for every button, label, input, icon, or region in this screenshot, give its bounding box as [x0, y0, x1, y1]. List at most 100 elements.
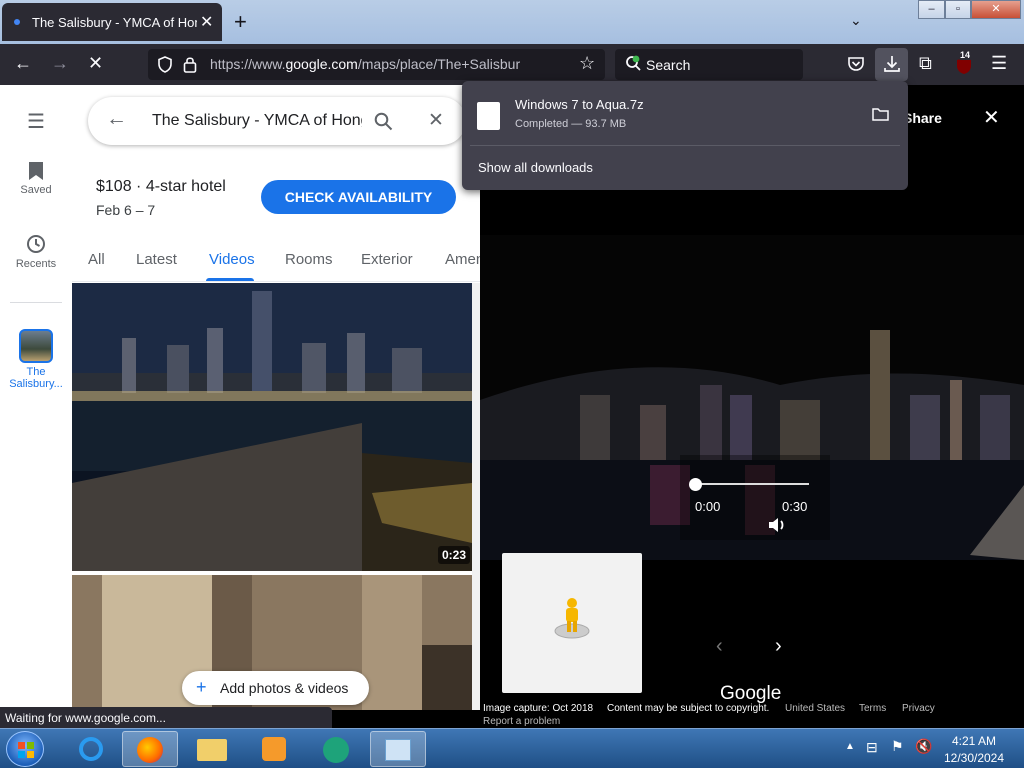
bookmark-star-icon[interactable]: ☆ [579, 53, 595, 74]
lock-icon[interactable] [183, 56, 197, 73]
search-input[interactable]: The Salisbury - YMCA of Hong Kong [152, 112, 362, 130]
recents-label: Recents [15, 258, 57, 270]
tab-amenities[interactable]: Amenities [445, 251, 480, 268]
previous-media-icon[interactable]: ‹ [716, 635, 723, 658]
stay-dates[interactable]: Feb 6 – 7 [96, 202, 155, 218]
media-player-icon [262, 737, 286, 761]
video-thumbnail[interactable] [72, 283, 472, 571]
file-icon [477, 102, 500, 130]
report-problem-link[interactable]: Report a problem [483, 716, 560, 727]
downloads-button[interactable] [875, 48, 908, 81]
close-tab-icon[interactable]: ✕ [200, 12, 213, 32]
plus-icon: + [196, 677, 207, 697]
street-view-minimap[interactable] [502, 553, 642, 693]
maximize-button[interactable]: ▫ [945, 0, 971, 19]
privacy-link[interactable]: Privacy [902, 703, 935, 714]
network-icon[interactable]: ⊟ [866, 739, 878, 756]
pegman-icon [554, 598, 590, 639]
search-icon[interactable] [374, 112, 393, 131]
browser-status-bar: Waiting for www.google.com... [0, 707, 332, 728]
ie-icon [79, 737, 103, 761]
volume-icon[interactable] [767, 516, 787, 534]
close-viewer-icon[interactable]: ✕ [983, 105, 1000, 130]
tab-title: The Salisbury - YMCA of Hong Kong [32, 15, 197, 30]
control-panel-taskbar[interactable] [370, 731, 426, 767]
hamburger-menu-icon[interactable]: ☰ [0, 109, 72, 134]
show-hidden-icons[interactable]: ▲ [845, 741, 855, 752]
firefox-icon [137, 737, 163, 763]
tab-all[interactable]: All [88, 251, 105, 268]
volume-muted-icon[interactable]: 🔇 [915, 738, 932, 755]
search-engine-icon [626, 55, 641, 71]
region-link[interactable]: United States [785, 703, 845, 714]
explorer-taskbar[interactable] [184, 731, 240, 767]
minimize-button[interactable]: – [918, 0, 945, 19]
recents-button[interactable]: Recents [0, 233, 72, 270]
url-bar[interactable]: https://www.google.com/maps/place/The+Sa… [148, 49, 605, 80]
media-player-taskbar[interactable] [246, 731, 302, 767]
start-button[interactable] [6, 731, 44, 767]
place-panel: ← The Salisbury - YMCA of Hong Kong ✕ $1… [72, 85, 480, 710]
check-availability-button[interactable]: CHECK AVAILABILITY [261, 180, 456, 214]
internet-explorer-taskbar[interactable] [63, 731, 119, 767]
list-tabs-icon[interactable]: ⌄ [850, 12, 862, 29]
tab-latest[interactable]: Latest [136, 251, 177, 268]
extensions-icon[interactable]: ⧉ [919, 53, 932, 74]
action-center-flag-icon[interactable]: ⚑ [891, 738, 904, 755]
folder-icon [197, 739, 227, 761]
next-media-icon[interactable]: › [775, 635, 782, 658]
search-bar[interactable]: Search [615, 49, 803, 80]
saved-label: Saved [20, 184, 52, 196]
terms-link[interactable]: Terms [859, 703, 886, 714]
firefox-taskbar[interactable] [122, 731, 178, 767]
open-folder-icon[interactable] [872, 107, 889, 121]
download-file-name[interactable]: Windows 7 to Aqua.7z [515, 97, 644, 112]
windows-logo-icon [18, 742, 34, 758]
close-window-button[interactable]: ✕ [971, 0, 1021, 19]
favicon-icon [14, 19, 20, 25]
add-photos-label: Add photos & videos [220, 680, 349, 696]
tabs-divider [72, 281, 480, 282]
forward-icon[interactable]: → [51, 53, 69, 74]
search-label: Search [646, 57, 691, 73]
app-icon [323, 737, 349, 763]
url-text[interactable]: https://www.google.com/maps/place/The+Sa… [210, 56, 520, 72]
video-duration-badge: 0:23 [438, 546, 471, 564]
clear-search-icon[interactable]: ✕ [428, 109, 444, 132]
share-button[interactable]: Share [903, 110, 942, 126]
panel-scrollbar[interactable] [472, 283, 480, 710]
downloads-divider [470, 145, 900, 146]
windows-taskbar: ▲ ⊟ ⚑ 🔇 4:21 AM 12/30/2024 [0, 728, 1024, 768]
extension-badge: 14 [958, 50, 973, 60]
download-status: Completed — 93.7 MB [515, 118, 627, 130]
back-icon[interactable]: ← [14, 53, 32, 74]
show-all-downloads-button[interactable]: Show all downloads [478, 160, 593, 175]
search-box[interactable]: ← The Salisbury - YMCA of Hong Kong ✕ [88, 97, 466, 145]
tab-exterior[interactable]: Exterior [361, 251, 413, 268]
app-taskbar[interactable] [308, 731, 364, 767]
pocket-icon[interactable] [847, 55, 865, 73]
saved-button[interactable]: Saved [0, 161, 72, 196]
tab-rooms[interactable]: Rooms [285, 251, 333, 268]
clock-time[interactable]: 4:21 AM [944, 734, 1004, 748]
stop-loading-icon[interactable]: ✕ [88, 53, 103, 74]
video-progress-bar[interactable] [695, 483, 809, 485]
total-time: 0:30 [782, 499, 808, 514]
download-icon [884, 56, 900, 72]
google-logo: Google [720, 683, 782, 704]
add-photos-videos-button[interactable]: + Add photos & videos [182, 671, 369, 705]
progress-knob[interactable] [689, 478, 702, 491]
browser-tab[interactable]: The Salisbury - YMCA of Hong Kong ✕ [2, 3, 222, 41]
shield-icon[interactable] [157, 56, 173, 73]
new-tab-button[interactable]: + [234, 9, 247, 35]
control-panel-icon [385, 739, 411, 761]
title-bar: The Salisbury - YMCA of Hong Kong ✕ + ⌄ … [0, 0, 1024, 44]
tab-videos[interactable]: Videos [209, 251, 255, 268]
clock-date[interactable]: 12/30/2024 [938, 751, 1010, 765]
back-arrow-icon[interactable]: ← [106, 107, 127, 131]
copyright-notice: Content may be subject to copyright. [607, 703, 770, 714]
hotel-price: $108 · 4-star hotel [96, 178, 226, 195]
recent-place-item[interactable]: The Salisbury... [0, 329, 72, 390]
harbour-night-image [72, 283, 472, 571]
menu-icon[interactable]: ☰ [991, 53, 1007, 74]
